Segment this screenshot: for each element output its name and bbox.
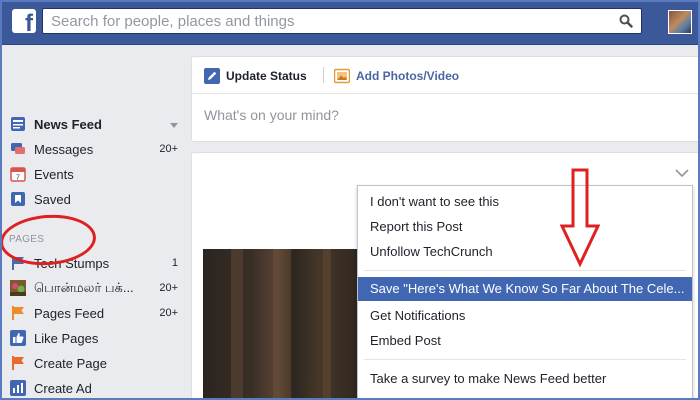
nav-item-page-tech-stumps[interactable]: Tech Stumps 1 [10, 252, 178, 274]
nav-item-like-pages[interactable]: Like Pages [10, 327, 178, 349]
tab-label: Update Status [226, 69, 307, 83]
menu-item-get-notifications[interactable]: Get Notifications [358, 304, 692, 328]
menu-separator [364, 359, 686, 360]
nav-item-create-page[interactable]: Create Page [10, 352, 178, 374]
nav-item-label: Like Pages [34, 330, 99, 346]
facebook-logo[interactable]: f [12, 9, 36, 33]
post-options-button[interactable] [675, 165, 689, 178]
calendar-icon: 7 [10, 166, 26, 182]
nav-item-label: Create Ad [34, 380, 92, 396]
nav-item-saved[interactable]: Saved [10, 188, 178, 210]
image-detail [273, 249, 291, 399]
nav-item-label: Tech Stumps [34, 255, 110, 271]
nav-item-count: 20+ [159, 143, 178, 155]
pages-feed-icon [10, 305, 26, 321]
news-feed-icon [10, 116, 26, 132]
post-options-menu: I don't want to see this Report this Pos… [357, 185, 693, 400]
nav-item-messages[interactable]: Messages 20+ [10, 138, 178, 160]
nav-item-count: 20+ [159, 282, 178, 294]
page-flag-icon [10, 255, 26, 271]
nav-item-label: பொன்மலர் பக்... [34, 279, 134, 295]
status-input[interactable]: What's on your mind? [204, 107, 339, 123]
tab-add-photos[interactable]: Add Photos/Video [333, 67, 460, 85]
news-feed-options-icon[interactable] [170, 117, 178, 132]
tab-update-status[interactable]: Update Status [204, 67, 307, 85]
chevron-down-icon [675, 169, 689, 178]
image-detail [323, 249, 331, 399]
bar-chart-icon [10, 380, 26, 396]
nav-item-label: Create Page [34, 355, 107, 371]
left-nav: News Feed Messages 20+ 7 Events Saved PA… [0, 44, 190, 400]
nav-item-count: 1 [171, 257, 178, 269]
messages-icon [10, 141, 26, 157]
menu-item-save-post[interactable]: Save "Here's What We Know So Far About T… [358, 277, 692, 301]
svg-text:7: 7 [16, 175, 20, 182]
search-input[interactable] [51, 10, 611, 32]
pages-section-title: PAGES [9, 234, 45, 245]
nav-item-events[interactable]: 7 Events [10, 163, 178, 185]
nav-item-label: Events [34, 166, 74, 182]
composer-tabs: Update Status Add Photos/Video [192, 57, 699, 94]
thumbs-up-icon [10, 330, 26, 346]
nav-item-label: Pages Feed [34, 305, 105, 321]
menu-item-hide-post[interactable]: I don't want to see this [358, 190, 692, 214]
search-icon [619, 14, 633, 28]
profile-avatar[interactable] [668, 10, 692, 34]
page-thumbnail-icon [10, 280, 26, 296]
tab-divider [323, 67, 324, 83]
search-box [42, 8, 642, 34]
menu-item-unfollow[interactable]: Unfollow TechCrunch [358, 240, 692, 264]
photo-icon [333, 68, 351, 84]
menu-item-embed-post[interactable]: Embed Post [358, 329, 692, 353]
create-page-flag-icon [10, 355, 26, 371]
nav-item-page-ponmalar[interactable]: பொன்மலர் பக்... 20+ [10, 277, 178, 299]
nav-item-count: 20+ [159, 307, 178, 319]
status-composer: Update Status Add Photos/Video What's on… [191, 56, 700, 142]
pencil-icon [204, 68, 220, 84]
nav-item-label: Saved [34, 191, 71, 207]
image-detail [231, 249, 243, 399]
bookmark-icon [10, 191, 26, 207]
nav-item-news-feed[interactable]: News Feed [10, 113, 178, 135]
search-button[interactable] [611, 9, 641, 33]
menu-item-take-survey[interactable]: Take a survey to make News Feed better [358, 367, 692, 391]
nav-item-label: Messages [34, 141, 94, 157]
menu-item-report-post[interactable]: Report this Post [358, 215, 692, 239]
nav-item-create-ad[interactable]: Create Ad [10, 377, 178, 399]
top-bar: f [0, 0, 700, 45]
tab-label: Add Photos/Video [356, 69, 460, 83]
nav-item-pages-feed[interactable]: Pages Feed 20+ [10, 302, 178, 324]
menu-separator [364, 270, 686, 271]
post-image[interactable] [203, 249, 368, 399]
nav-item-label: News Feed [34, 116, 102, 132]
